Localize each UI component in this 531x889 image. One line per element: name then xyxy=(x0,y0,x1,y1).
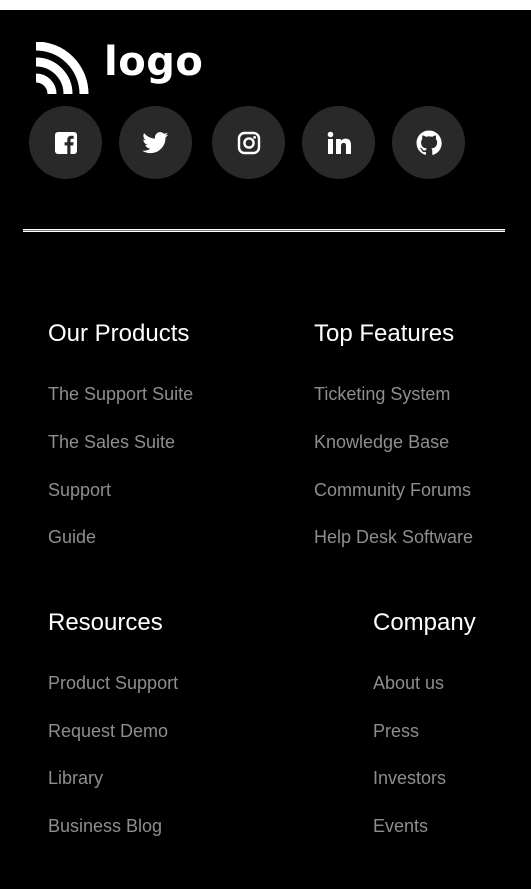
footer-link[interactable]: The Support Suite xyxy=(48,383,193,405)
footer-link[interactable]: Product Support xyxy=(48,672,178,694)
column-company: Company About us Press Investors Events xyxy=(373,609,476,836)
logo-text: logo xyxy=(104,39,204,85)
site-footer: logo Our Products The Support Suite The … xyxy=(0,10,531,889)
wifi-arcs-logo-icon xyxy=(36,42,90,94)
footer-link[interactable]: About us xyxy=(373,672,444,694)
instagram-link[interactable] xyxy=(212,106,285,179)
github-link[interactable] xyxy=(392,106,465,179)
footer-link[interactable]: The Sales Suite xyxy=(48,431,175,453)
footer-link[interactable]: Knowledge Base xyxy=(314,431,449,453)
footer-link[interactable]: Events xyxy=(373,815,428,837)
footer-link[interactable]: Community Forums xyxy=(314,479,471,501)
column-resources: Resources Product Support Request Demo L… xyxy=(48,609,178,836)
column-heading: Our Products xyxy=(48,320,190,347)
footer-link[interactable]: Press xyxy=(373,720,419,742)
twitter-link[interactable] xyxy=(119,106,192,179)
column-heading: Company xyxy=(373,609,476,636)
footer-link[interactable]: Help Desk Software xyxy=(314,526,473,548)
facebook-link[interactable] xyxy=(29,106,102,179)
column-heading: Resources xyxy=(48,609,163,636)
twitter-icon xyxy=(142,131,169,154)
footer-link[interactable]: Ticketing System xyxy=(314,383,450,405)
column-our-products: Our Products The Support Suite The Sales… xyxy=(48,320,193,547)
column-heading: Top Features xyxy=(314,320,455,347)
instagram-icon xyxy=(237,131,261,155)
footer-link[interactable]: Request Demo xyxy=(48,720,168,742)
footer-link[interactable]: Support xyxy=(48,479,111,501)
footer-link[interactable]: Investors xyxy=(373,767,446,789)
footer-link[interactable]: Library xyxy=(48,767,103,789)
footer-link[interactable]: Business Blog xyxy=(48,815,162,837)
facebook-icon xyxy=(54,131,78,155)
linkedin-icon xyxy=(327,131,351,155)
footer-link[interactable]: Guide xyxy=(48,526,96,548)
column-top-features: Top Features Ticketing System Knowledge … xyxy=(314,320,473,547)
brand-logo[interactable]: logo xyxy=(36,42,203,94)
footer-divider xyxy=(23,229,505,232)
github-icon xyxy=(416,130,442,156)
linkedin-link[interactable] xyxy=(302,106,375,179)
